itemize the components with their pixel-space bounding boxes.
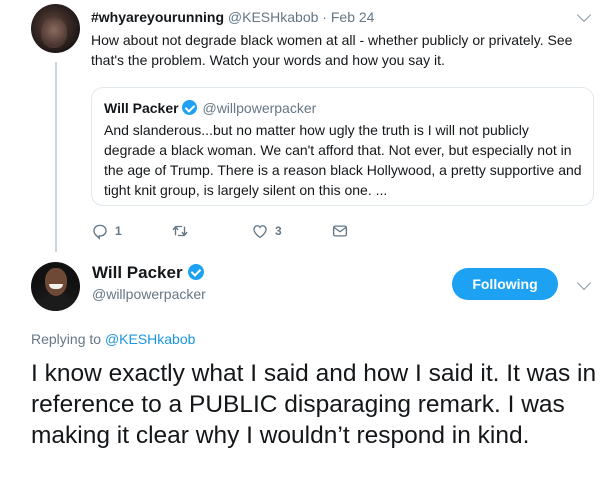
display-name[interactable]: Will Packer [92, 263, 206, 283]
reply-button[interactable]: 1 [91, 222, 122, 240]
following-button[interactable]: Following [452, 268, 558, 300]
avatar[interactable] [31, 4, 80, 53]
quoted-user-handle: @willpowerpacker [202, 100, 317, 116]
chevron-down-icon[interactable] [576, 275, 592, 291]
reply-count: 1 [115, 224, 122, 238]
quoted-tweet-header: Will Packer @willpowerpacker [104, 100, 316, 116]
quoted-tweet[interactable]: Will Packer @willpowerpacker And slander… [91, 87, 594, 206]
quoted-display-name: Will Packer [104, 100, 179, 116]
thread-connector-line [55, 62, 57, 252]
tweet-actions: 1 3 [91, 222, 391, 240]
user-handle[interactable]: @KESHkabob [228, 9, 318, 25]
chevron-down-icon[interactable] [576, 7, 592, 23]
verified-badge-icon [181, 100, 197, 115]
verified-badge-icon [187, 264, 204, 280]
envelope-icon [332, 225, 348, 237]
reply-icon [93, 224, 107, 240]
display-name[interactable]: #whyareyourunning [91, 9, 224, 25]
timestamp[interactable]: Feb 24 [331, 9, 375, 25]
retweet-button[interactable] [171, 222, 195, 240]
separator-dot: · [322, 9, 327, 25]
direct-message-button[interactable] [331, 222, 349, 240]
display-name-text[interactable]: Will Packer [92, 263, 183, 282]
tweet-header: #whyareyourunning @KESHkabob · Feb 24 [91, 9, 374, 25]
quoted-tweet-text: And slanderous...but no matter how ugly … [104, 122, 582, 198]
replying-to-link[interactable]: @KESHkabob [105, 331, 195, 347]
replying-to-label: Replying to [31, 331, 102, 347]
like-count: 3 [275, 224, 282, 238]
parent-tweet[interactable]: #whyareyourunning @KESHkabob · Feb 24 Ho… [0, 0, 613, 252]
replying-to-line: Replying to @KESHkabob [31, 331, 195, 347]
heart-icon [253, 225, 267, 239]
retweet-icon [172, 225, 188, 237]
user-handle[interactable]: @willpowerpacker [92, 286, 206, 302]
like-button[interactable]: 3 [251, 222, 282, 240]
avatar[interactable] [31, 262, 80, 311]
tweet-text: I know exactly what I said and how I sai… [31, 360, 597, 449]
tweet-text: How about not degrade black women at all… [91, 32, 573, 68]
